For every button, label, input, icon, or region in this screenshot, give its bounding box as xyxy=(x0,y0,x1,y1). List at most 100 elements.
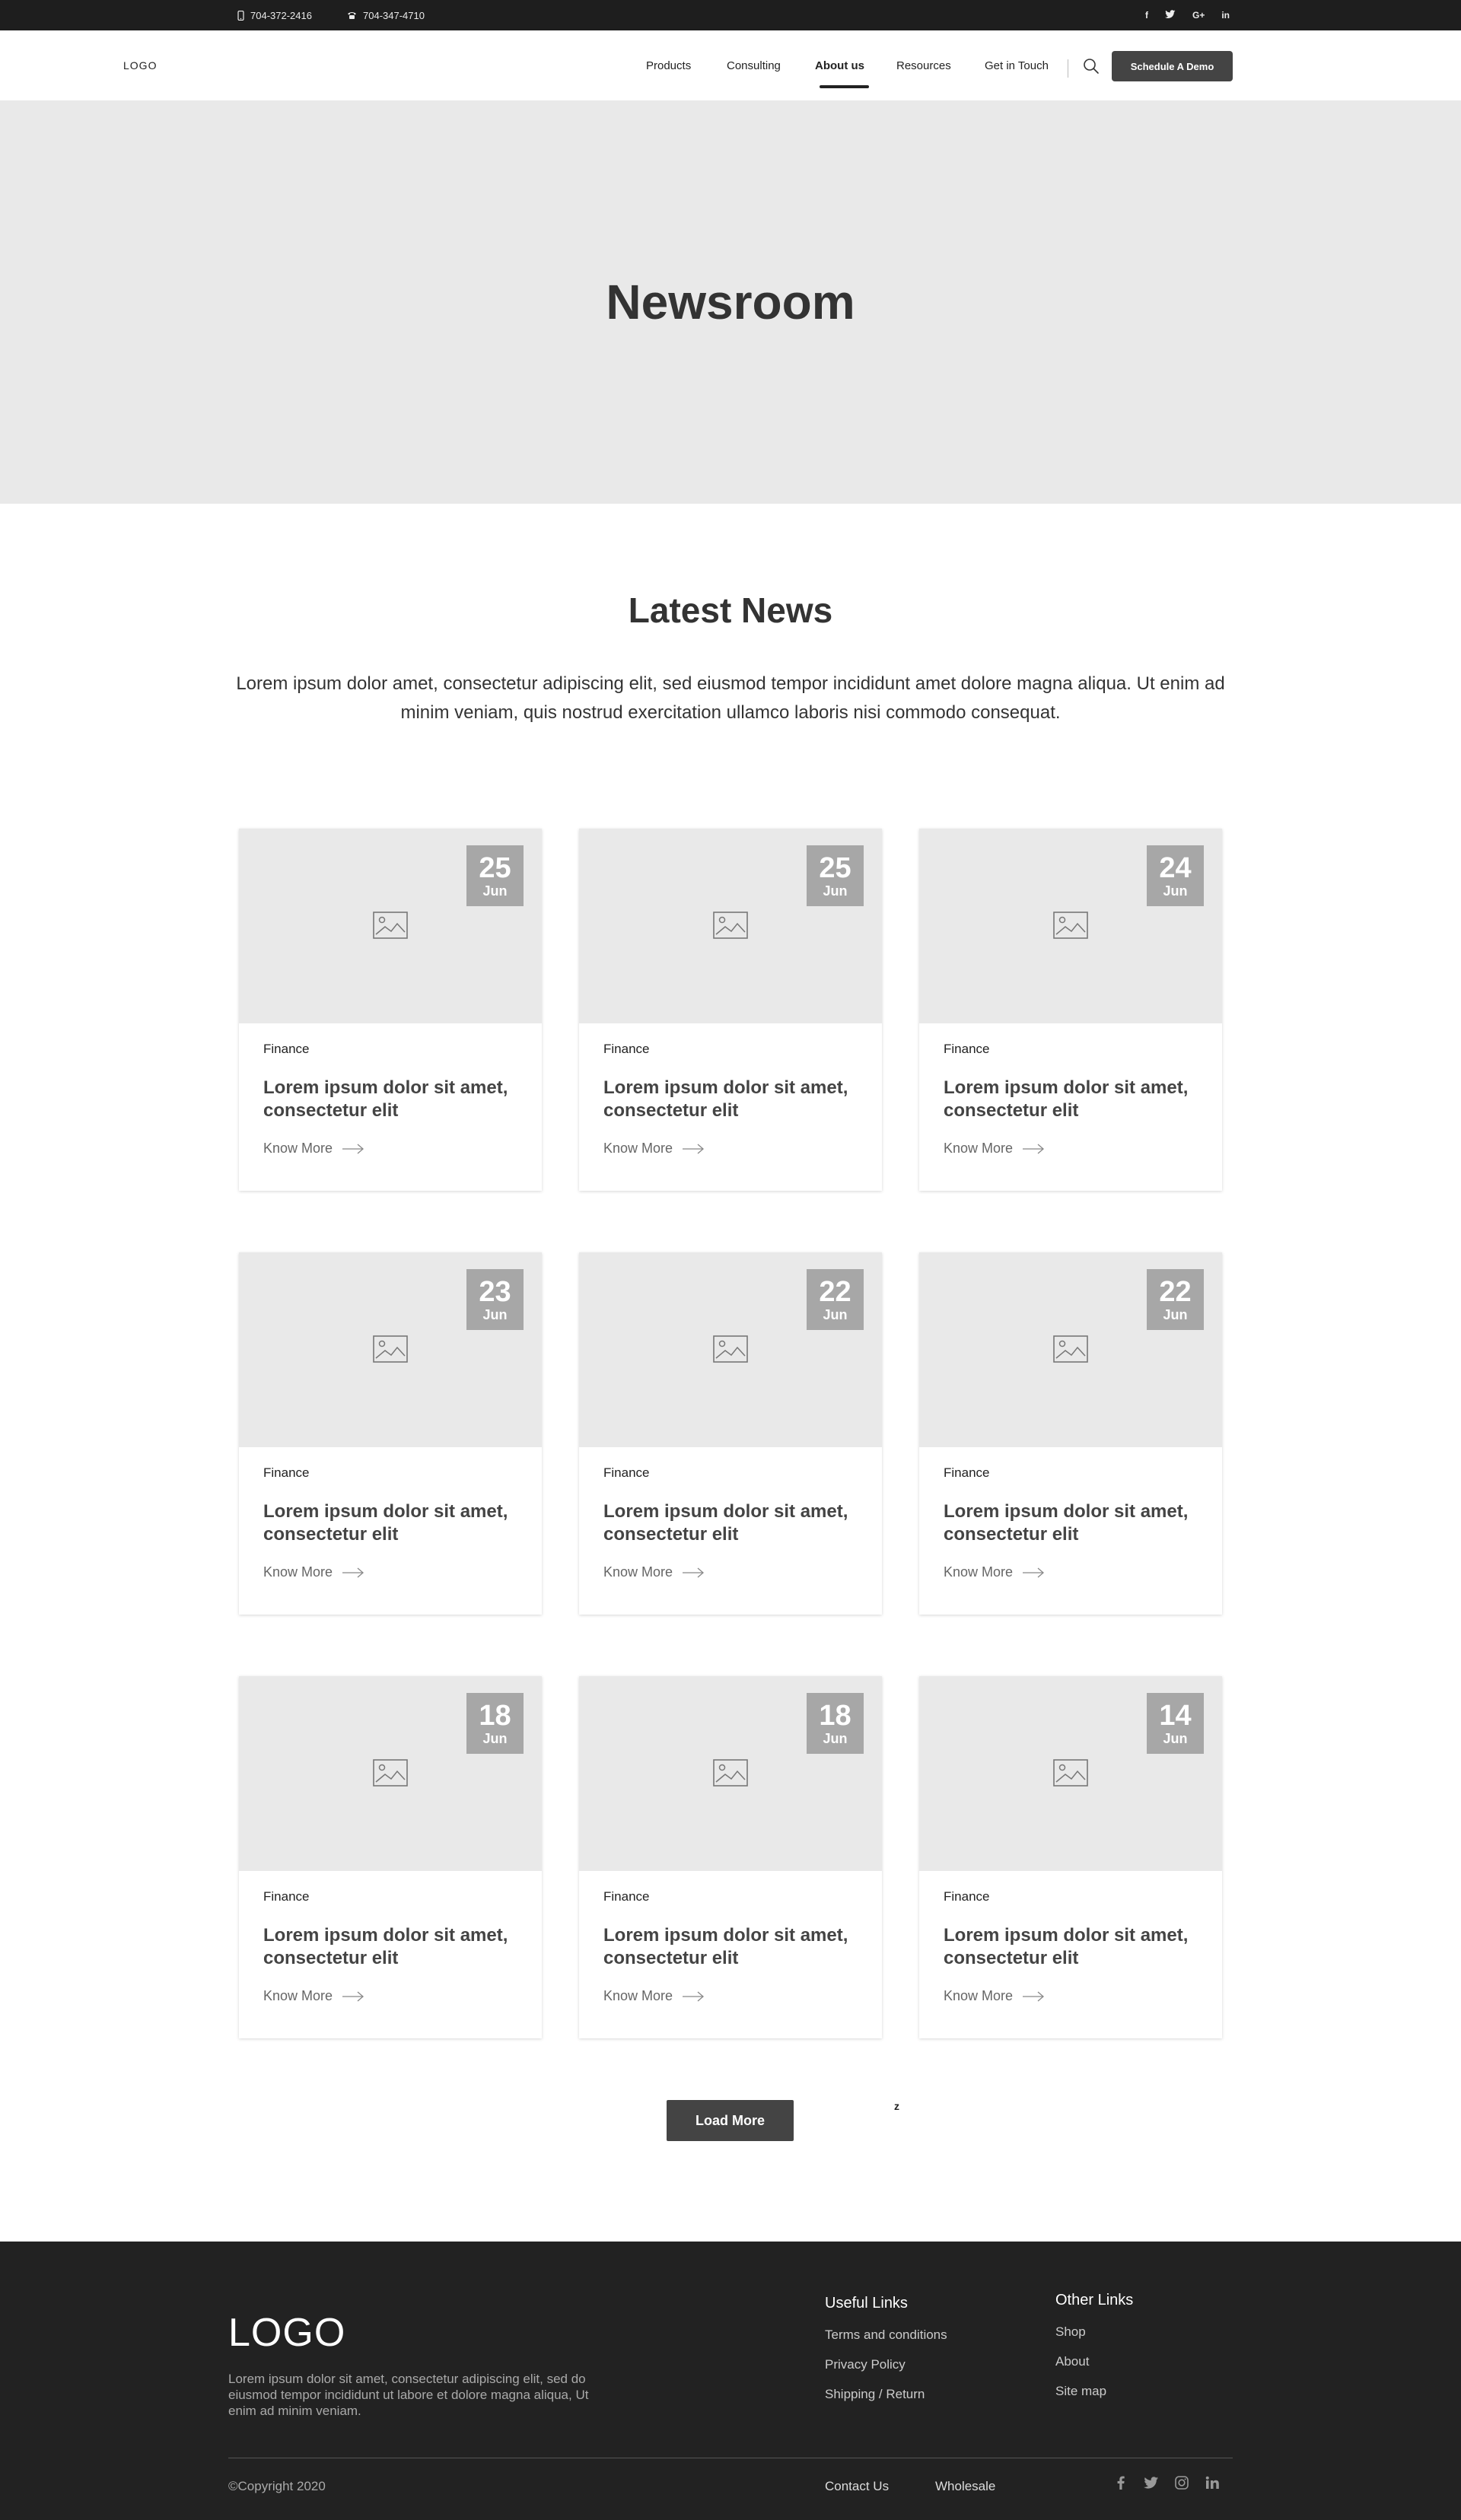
news-title[interactable]: Lorem ipsum dolor sit amet, consectetur … xyxy=(603,1924,862,1970)
stray-text: z xyxy=(894,2100,899,2112)
linkedin-icon[interactable]: in xyxy=(1221,10,1230,21)
know-more-link[interactable]: Know More xyxy=(944,1988,1045,2004)
news-title[interactable]: Lorem ipsum dolor sit amet, consectetur … xyxy=(944,1077,1202,1122)
know-more-label: Know More xyxy=(263,1141,333,1156)
news-card-image[interactable]: 18 Jun xyxy=(579,1676,882,1871)
mobile-phone-icon xyxy=(237,10,244,21)
news-card[interactable]: 22 Jun Finance Lorem ipsum dolor sit amet, … xyxy=(919,1252,1222,1615)
news-card-image[interactable]: 14 Jun xyxy=(919,1676,1222,1871)
google-plus-icon[interactable]: G+ xyxy=(1192,10,1205,21)
latest-news-heading: Latest News xyxy=(628,590,833,630)
nav-item-consulting[interactable]: Consulting xyxy=(727,30,781,100)
arrow-right-icon xyxy=(342,1144,364,1153)
nav-item-about-us[interactable]: About us xyxy=(815,30,869,100)
news-title[interactable]: Lorem ipsum dolor sit amet, consectetur … xyxy=(263,1077,522,1122)
news-category[interactable]: Finance xyxy=(944,1042,989,1057)
footer-link-shipping[interactable]: Shipping / Return xyxy=(825,2387,947,2402)
news-title[interactable]: Lorem ipsum dolor sit amet, consectetur … xyxy=(263,1500,522,1546)
date-badge: 22 Jun xyxy=(1147,1269,1204,1330)
image-placeholder-icon xyxy=(1053,1759,1088,1787)
news-card[interactable]: 25 Jun Finance Lorem ipsum dolor sit amet, … xyxy=(579,829,882,1191)
phone-contact-2[interactable]: 704-347-4710 xyxy=(347,0,425,30)
news-card-image[interactable]: 24 Jun xyxy=(919,829,1222,1023)
know-more-link[interactable]: Know More xyxy=(263,1988,364,2004)
copyright-text: ©Copyright 2020 xyxy=(228,2479,326,2493)
news-card[interactable]: 18 Jun Finance Lorem ipsum dolor sit amet, … xyxy=(579,1676,882,2038)
arrow-right-icon xyxy=(1023,1991,1045,2001)
know-more-link[interactable]: Know More xyxy=(603,1988,705,2004)
hero-banner: Newsroom xyxy=(0,100,1461,504)
know-more-label: Know More xyxy=(603,1988,673,2003)
news-title[interactable]: Lorem ipsum dolor sit amet, consectetur … xyxy=(944,1500,1202,1546)
know-more-link[interactable]: Know More xyxy=(944,1141,1045,1157)
news-card-image[interactable]: 25 Jun xyxy=(579,829,882,1023)
know-more-link[interactable]: Know More xyxy=(263,1564,364,1580)
news-category[interactable]: Finance xyxy=(263,1465,309,1481)
know-more-link[interactable]: Know More xyxy=(944,1564,1045,1580)
know-more-label: Know More xyxy=(944,1988,1014,2003)
nav-item-resources[interactable]: Resources xyxy=(896,30,951,100)
news-card[interactable]: 18 Jun Finance Lorem ipsum dolor sit amet, … xyxy=(239,1676,542,2038)
know-more-label: Know More xyxy=(263,1988,333,2003)
news-category[interactable]: Finance xyxy=(263,1042,309,1057)
facebook-icon[interactable]: f xyxy=(1145,10,1148,21)
news-card-image[interactable]: 22 Jun xyxy=(919,1252,1222,1447)
know-more-link[interactable]: Know More xyxy=(603,1564,705,1580)
news-card[interactable]: 25 Jun Finance Lorem ipsum dolor sit amet, … xyxy=(239,829,542,1191)
linkedin-icon[interactable] xyxy=(1204,2474,1221,2491)
top-bar: 704-372-2416 704-347-4710 f G+ in xyxy=(0,0,1461,30)
news-card-image[interactable]: 23 Jun xyxy=(239,1252,542,1447)
load-more-button[interactable]: Load More xyxy=(667,2100,794,2141)
news-card-image[interactable]: 25 Jun xyxy=(239,829,542,1023)
image-placeholder-icon xyxy=(1053,1335,1088,1363)
footer-link-sitemap[interactable]: Site map xyxy=(1055,2384,1133,2399)
news-card-image[interactable]: 18 Jun xyxy=(239,1676,542,1871)
news-card[interactable]: 24 Jun Finance Lorem ipsum dolor sit amet, … xyxy=(919,829,1222,1191)
date-badge: 23 Jun xyxy=(466,1269,524,1330)
footer-link-terms[interactable]: Terms and conditions xyxy=(825,2328,947,2343)
know-more-link[interactable]: Know More xyxy=(603,1141,705,1157)
date-badge: 18 Jun xyxy=(466,1693,524,1754)
news-category[interactable]: Finance xyxy=(603,1042,649,1057)
image-placeholder-icon xyxy=(373,1335,408,1363)
news-category[interactable]: Finance xyxy=(603,1465,649,1481)
footer-link-wholesale[interactable]: Wholesale xyxy=(935,2479,995,2494)
news-category[interactable]: Finance xyxy=(944,1889,989,1904)
schedule-demo-button[interactable]: Schedule A Demo xyxy=(1112,51,1233,81)
date-month: Jun xyxy=(482,1731,508,1746)
nav-item-get-in-touch[interactable]: Get in Touch xyxy=(985,30,1049,100)
search-icon[interactable] xyxy=(1082,57,1100,75)
nav-item-products[interactable]: Products xyxy=(646,30,691,100)
facebook-icon[interactable] xyxy=(1112,2474,1129,2491)
other-links-column: Other Links Shop About Site map xyxy=(1055,2292,1133,2413)
news-card[interactable]: 23 Jun Finance Lorem ipsum dolor sit amet, … xyxy=(239,1252,542,1615)
news-title[interactable]: Lorem ipsum dolor sit amet, consectetur … xyxy=(603,1500,862,1546)
news-category[interactable]: Finance xyxy=(944,1465,989,1481)
news-category[interactable]: Finance xyxy=(263,1889,309,1904)
footer-link-privacy[interactable]: Privacy Policy xyxy=(825,2357,947,2372)
instagram-icon[interactable] xyxy=(1173,2474,1190,2491)
footer-link-contact[interactable]: Contact Us xyxy=(825,2479,889,2494)
news-title[interactable]: Lorem ipsum dolor sit amet, consectetur … xyxy=(263,1924,522,1970)
know-more-link[interactable]: Know More xyxy=(263,1141,364,1157)
twitter-icon[interactable] xyxy=(1164,9,1176,21)
date-day: 25 xyxy=(479,852,511,884)
news-title[interactable]: Lorem ipsum dolor sit amet, consectetur … xyxy=(944,1924,1202,1970)
footer-link-about[interactable]: About xyxy=(1055,2354,1133,2369)
footer-link-shop[interactable]: Shop xyxy=(1055,2324,1133,2340)
date-month: Jun xyxy=(1163,883,1188,899)
news-card-image[interactable]: 22 Jun xyxy=(579,1252,882,1447)
footer-social-links xyxy=(1112,2474,1221,2491)
top-social-links: f G+ in xyxy=(1145,0,1230,30)
know-more-label: Know More xyxy=(603,1141,673,1156)
news-card[interactable]: 22 Jun Finance Lorem ipsum dolor sit amet, … xyxy=(579,1252,882,1615)
news-card[interactable]: 14 Jun Finance Lorem ipsum dolor sit amet, … xyxy=(919,1676,1222,2038)
page-title: Newsroom xyxy=(606,275,855,329)
arrow-right-icon xyxy=(683,1144,705,1153)
twitter-icon[interactable] xyxy=(1143,2474,1160,2491)
news-category[interactable]: Finance xyxy=(603,1889,649,1904)
image-placeholder-icon xyxy=(373,912,408,939)
news-title[interactable]: Lorem ipsum dolor sit amet, consectetur … xyxy=(603,1077,862,1122)
footer-logo[interactable]: LOGO xyxy=(228,2310,345,2356)
phone-contact-1[interactable]: 704-372-2416 xyxy=(237,0,312,30)
